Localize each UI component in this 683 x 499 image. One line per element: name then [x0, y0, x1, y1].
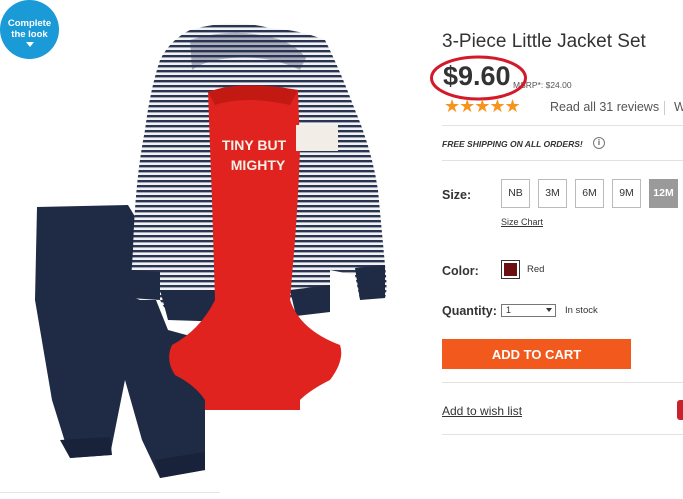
size-option-9m[interactable]: 9M	[612, 179, 641, 208]
complete-look-line1: Complete	[7, 18, 52, 29]
product-price: $9.60	[443, 61, 511, 91]
quantity-label: Quantity:	[442, 304, 497, 318]
divider	[442, 382, 683, 383]
quantity-value: 1	[506, 305, 512, 315]
divider	[442, 434, 683, 435]
quantity-select[interactable]: 1	[501, 304, 556, 317]
read-reviews-link[interactable]: Read all 31 reviews	[550, 100, 659, 114]
rating-stars: ★★★★★	[444, 96, 521, 116]
color-label: Color:	[442, 264, 479, 278]
color-swatch-red[interactable]	[501, 260, 520, 279]
color-name: Red	[527, 264, 545, 275]
size-option-12m[interactable]: 12M	[649, 179, 678, 208]
add-to-wishlist-link[interactable]: Add to wish list	[442, 404, 522, 418]
add-to-cart-button[interactable]: ADD TO CART	[442, 339, 631, 369]
divider	[442, 160, 683, 161]
divider	[0, 492, 220, 493]
size-option-3m[interactable]: 3M	[538, 179, 567, 208]
complete-the-look-button[interactable]: Complete the look	[0, 0, 59, 59]
dropdown-arrow-icon	[546, 308, 552, 312]
size-option-6m[interactable]: 6M	[575, 179, 604, 208]
size-label: Size:	[442, 188, 472, 202]
complete-look-line2: the look	[11, 29, 48, 40]
product-title: 3-Piece Little Jacket Set	[442, 31, 646, 52]
free-shipping-banner: FREE SHIPPING ON ALL ORDERS!	[442, 139, 583, 149]
chevron-down-icon	[25, 42, 34, 47]
write-review-link[interactable]: W	[674, 100, 683, 114]
divider	[664, 101, 665, 115]
info-icon[interactable]: i	[593, 137, 605, 149]
msrp-price: MSRP*: $24.00	[513, 80, 572, 90]
svg-text:MIGHTY: MIGHTY	[231, 157, 286, 173]
pinterest-icon[interactable]	[677, 400, 683, 420]
size-option-nb[interactable]: NB	[501, 179, 530, 208]
product-image: TINY BUT MIGHTY	[35, 23, 387, 478]
stock-status: In stock	[565, 305, 598, 316]
svg-text:TINY BUT: TINY BUT	[222, 137, 287, 153]
size-chart-link[interactable]: Size Chart	[501, 217, 543, 227]
divider	[442, 125, 683, 126]
